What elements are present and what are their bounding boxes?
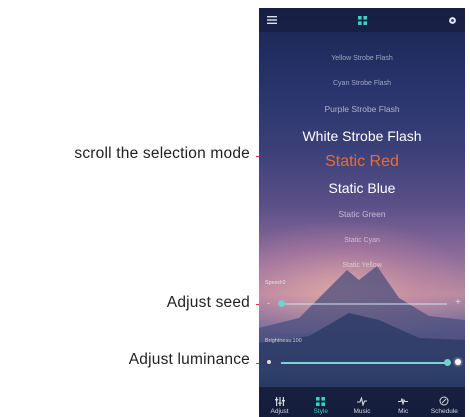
mode-item[interactable]: Cyan Strobe Flash xyxy=(333,71,391,96)
microphone-icon xyxy=(398,398,409,405)
tab-adjust[interactable]: Adjust xyxy=(261,397,299,415)
annotation-adjust-speed: Adjust seed xyxy=(166,294,250,311)
mode-item[interactable]: Static Blue xyxy=(329,175,396,201)
annotation-adjust-luminance: Adjust luminance xyxy=(128,351,250,368)
tab-schedule[interactable]: Schedule xyxy=(425,396,463,415)
tab-label: Mic xyxy=(398,408,409,415)
mode-scroll-list[interactable]: Yellow Strobe Flash Cyan Strobe Flash Pu… xyxy=(259,46,465,278)
speed-track xyxy=(281,303,447,305)
speed-label: Speed:0 xyxy=(265,280,286,286)
music-note-icon xyxy=(356,397,367,406)
tab-label: Schedule xyxy=(430,408,458,415)
tab-mic[interactable]: Mic xyxy=(384,397,422,415)
decrease-icon[interactable]: - xyxy=(267,298,270,308)
brightness-label: Brightness:100 xyxy=(265,338,302,344)
clock-icon xyxy=(439,396,449,406)
grid-icon[interactable] xyxy=(358,15,367,25)
tab-label: Adjust xyxy=(270,408,289,415)
bottom-tab-bar: Adjust Style Music Mic Schedule xyxy=(259,387,465,417)
brightness-knob[interactable] xyxy=(444,359,451,366)
mode-item[interactable]: Static Yellow xyxy=(342,253,381,278)
phone-screen: Yellow Strobe Flash Cyan Strobe Flash Pu… xyxy=(259,8,465,417)
brightness-slider[interactable] xyxy=(267,358,461,368)
tab-music[interactable]: Music xyxy=(343,397,381,415)
mode-item[interactable]: White Strobe Flash xyxy=(302,123,421,149)
mode-item[interactable]: Static Green xyxy=(338,201,385,228)
mode-item-selected[interactable]: Static Red xyxy=(325,149,399,175)
tab-label: Style xyxy=(313,408,328,415)
mode-item[interactable]: Yellow Strobe Flash xyxy=(331,46,393,71)
mode-item[interactable]: Static Cyan xyxy=(344,228,380,253)
brightness-low-icon[interactable] xyxy=(267,360,271,364)
mode-item[interactable]: Purple Strobe Flash xyxy=(324,96,399,123)
tab-label: Music xyxy=(353,408,371,415)
annotation-scroll-mode: scroll the selection mode xyxy=(74,145,250,162)
top-bar xyxy=(259,8,465,32)
speed-slider[interactable]: - + xyxy=(267,297,461,309)
sliders-icon xyxy=(274,397,285,406)
menu-icon[interactable] xyxy=(267,16,277,24)
grid-icon xyxy=(316,397,326,406)
settings-icon[interactable] xyxy=(448,16,457,25)
tab-style[interactable]: Style xyxy=(302,397,340,415)
increase-icon[interactable]: + xyxy=(455,297,461,308)
speed-knob[interactable] xyxy=(278,300,285,307)
brightness-high-icon[interactable] xyxy=(455,359,461,365)
brightness-fill xyxy=(281,362,447,364)
